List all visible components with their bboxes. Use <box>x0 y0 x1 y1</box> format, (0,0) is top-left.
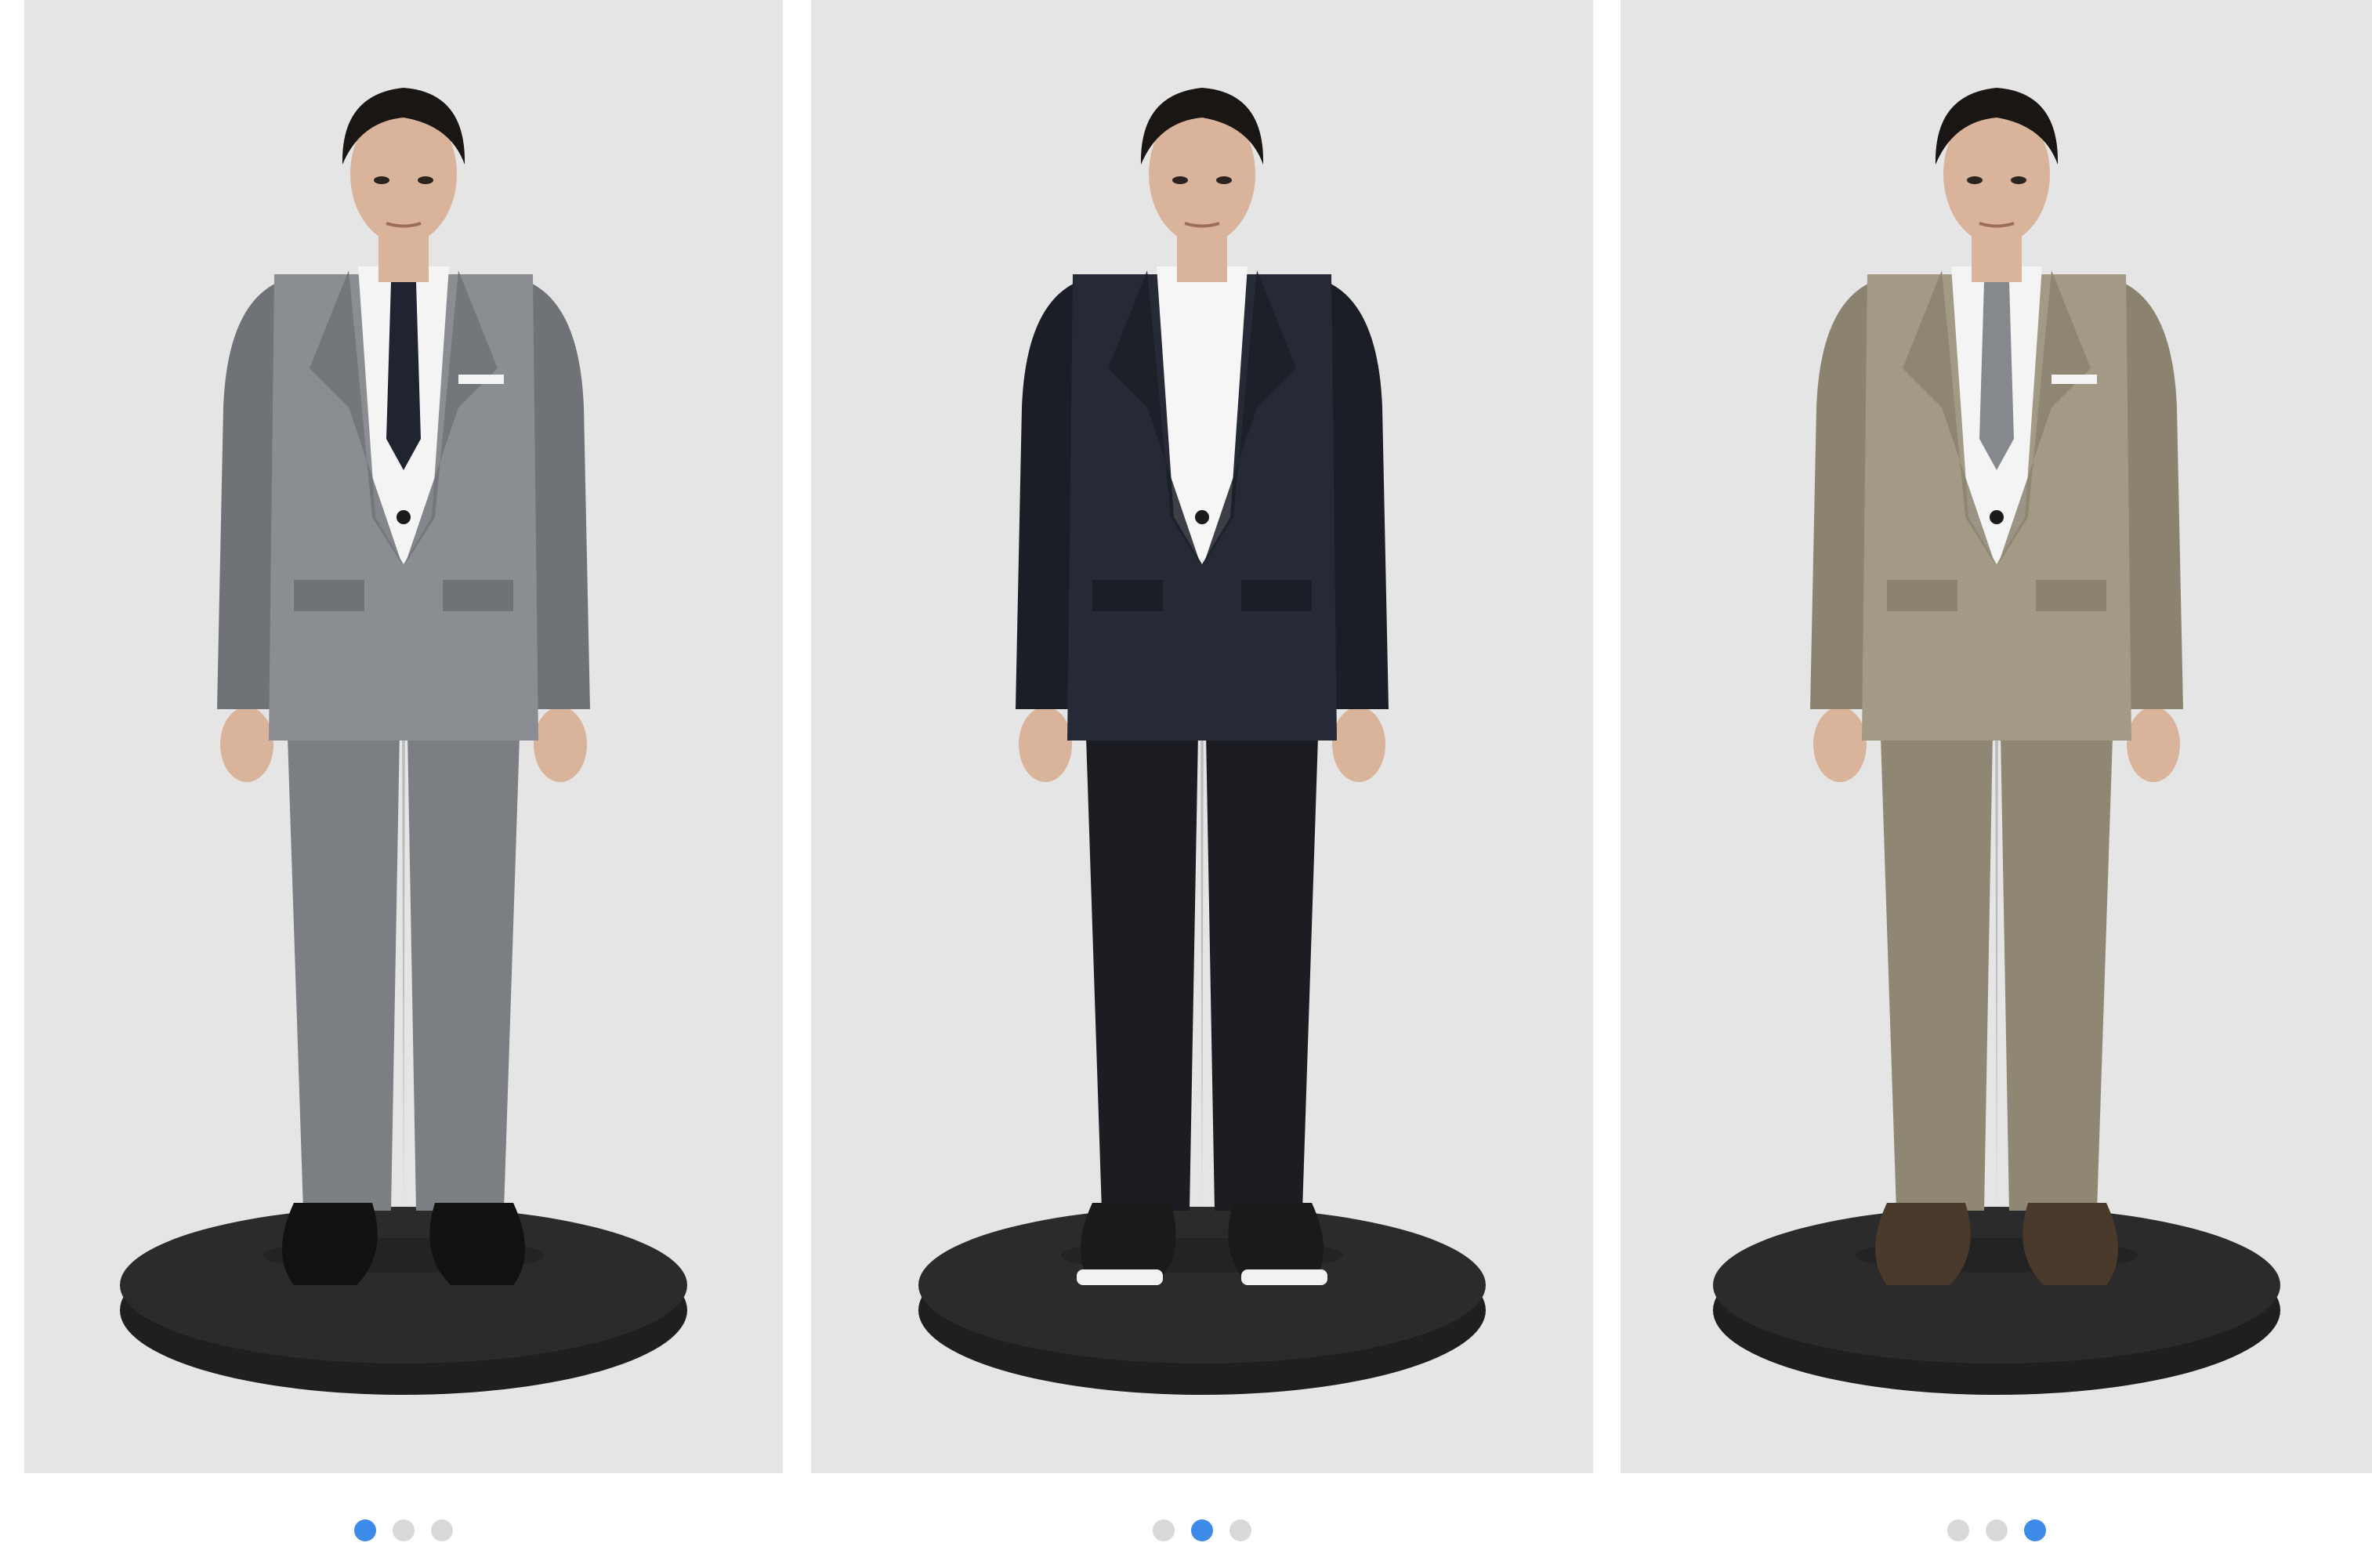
left-hand <box>1019 707 1072 782</box>
left-flap-pocket <box>1887 580 1957 611</box>
jacket-button <box>1990 510 2004 524</box>
pedestal-top <box>120 1207 687 1363</box>
left-flap-pocket <box>294 580 364 611</box>
necktie <box>1979 282 2014 470</box>
jacket-button <box>1195 510 1209 524</box>
right-shoe <box>429 1203 525 1285</box>
product-card-3[interactable] <box>1621 0 2372 1473</box>
right-hand <box>534 707 587 782</box>
right-hand <box>2127 707 2180 782</box>
right-flap-pocket <box>443 580 513 611</box>
left-shoe <box>282 1203 378 1285</box>
model-grey-check-suit-photo <box>24 0 783 1473</box>
carousel-dot[interactable] <box>1229 1519 1251 1541</box>
carousel-dot[interactable] <box>393 1519 415 1541</box>
right-trouser-leg <box>1205 690 1320 1211</box>
pedestal-top <box>918 1207 1486 1363</box>
left-hand <box>1813 707 1867 782</box>
right-trouser-leg <box>407 690 521 1211</box>
right-hand <box>1332 707 1385 782</box>
carousel-dot[interactable] <box>354 1519 376 1541</box>
carousel-dot[interactable] <box>431 1519 453 1541</box>
carousel-dot[interactable] <box>1191 1519 1213 1541</box>
right-eye <box>1216 176 1232 184</box>
right-eye <box>418 176 433 184</box>
pocket-square <box>458 375 504 384</box>
left-trouser-leg <box>286 690 400 1211</box>
left-sneaker-sole <box>1077 1269 1163 1285</box>
right-trouser-leg <box>2000 690 2114 1211</box>
product-card-2[interactable] <box>811 0 1593 1473</box>
right-flap-pocket <box>1241 580 1312 611</box>
right-eye <box>2011 176 2026 184</box>
necktie <box>386 282 421 470</box>
right-shoe <box>2023 1203 2118 1285</box>
carousel-dot[interactable] <box>1985 1519 2008 1541</box>
left-eye <box>1967 176 1983 184</box>
carousel-indicator-2 <box>811 1519 1593 1542</box>
pedestal-top <box>1713 1207 2280 1363</box>
carousel-indicator-3 <box>1621 1519 2372 1542</box>
jacket-button <box>397 510 411 524</box>
right-sneaker-sole <box>1241 1269 1327 1285</box>
carousel-indicator-1 <box>24 1519 783 1542</box>
product-card-1[interactable] <box>24 0 783 1473</box>
left-trouser-leg <box>1085 690 1199 1211</box>
left-shoe <box>1875 1203 1971 1285</box>
left-trouser-leg <box>1879 690 1994 1211</box>
model-khaki-suit-photo <box>1621 0 2372 1473</box>
left-flap-pocket <box>1092 580 1163 611</box>
right-flap-pocket <box>2036 580 2106 611</box>
carousel-dot[interactable] <box>1946 1519 1969 1541</box>
model-navy-jacket-tee-photo <box>811 0 1593 1473</box>
left-hand <box>220 707 273 782</box>
carousel-dot[interactable] <box>2023 1519 2046 1541</box>
carousel-dot[interactable] <box>1153 1519 1175 1541</box>
pocket-square <box>2052 375 2097 384</box>
left-eye <box>1172 176 1188 184</box>
left-eye <box>374 176 389 184</box>
